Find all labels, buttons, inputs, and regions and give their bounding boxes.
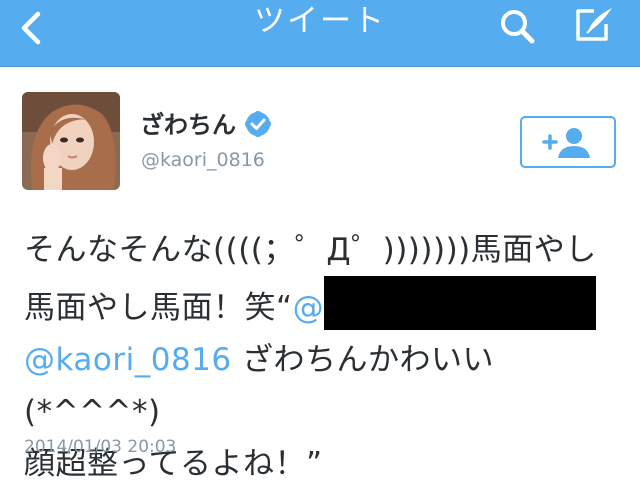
search-icon <box>501 10 535 44</box>
tweet-timestamp: 2014/01/03 20:03 <box>24 437 177 457</box>
tweet-line: @kaori_0816 ざわちんかわいい(*^^^*) <box>24 334 624 438</box>
compose-tweet-icon <box>576 8 612 41</box>
tweet-text-segment: 馬面やし馬面！笑“ <box>24 290 293 326</box>
tweet-line: 馬面やし馬面！笑“@ <box>24 276 624 334</box>
follow-button[interactable] <box>520 116 616 168</box>
page-title: ツイート <box>254 3 386 39</box>
profile-photo <box>22 92 120 190</box>
user-handle[interactable]: @kaori_0816 <box>141 148 265 172</box>
user-display-name[interactable]: ざわちん <box>140 110 236 140</box>
back-button[interactable] <box>14 8 54 54</box>
tweet-line: そんなそんな((((；゜Д゜)))))))馬面やし <box>24 232 597 268</box>
redaction-box <box>324 276 597 330</box>
avatar[interactable] <box>22 92 120 190</box>
top-navigation-bar: ツイート <box>0 0 640 67</box>
follow-user-icon <box>542 128 590 158</box>
chevron-left-icon <box>21 11 41 45</box>
compose-tweet-button[interactable] <box>568 2 620 48</box>
mention-link[interactable]: @kaori_0816 <box>24 342 232 378</box>
mention-link[interactable]: @ <box>293 290 325 326</box>
verified-badge-icon <box>245 111 271 137</box>
search-button[interactable] <box>494 4 542 48</box>
